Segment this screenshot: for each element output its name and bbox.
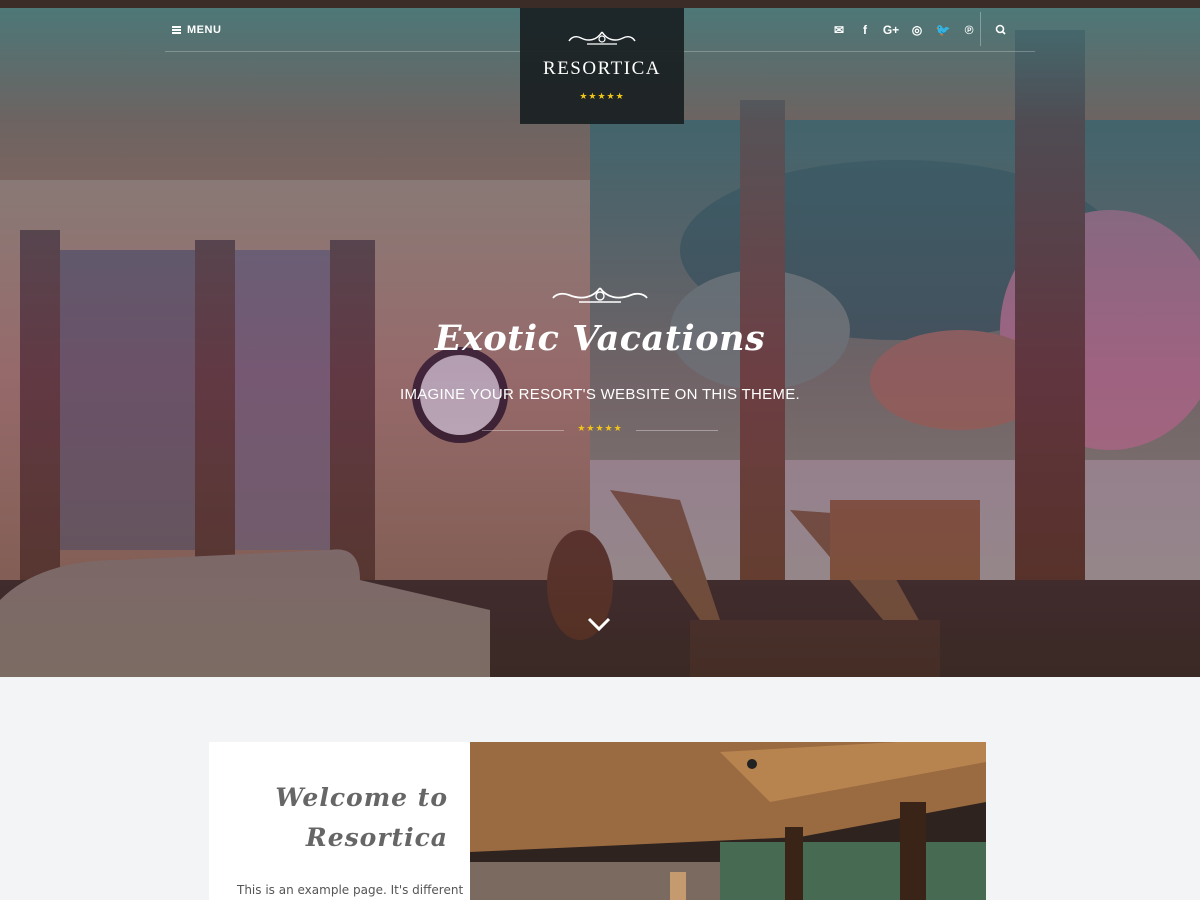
facebook-icon[interactable]: f — [852, 21, 878, 39]
welcome-title-line1: Welcome to — [275, 783, 448, 812]
google-plus-icon[interactable]: G+ — [878, 21, 904, 39]
hero-flourish-icon — [552, 287, 648, 303]
social-links: ✉ f G+ ◎ 🐦 ℗ — [826, 21, 982, 39]
hero-title: Exotic Vacations — [434, 318, 766, 359]
menu-label: MENU — [187, 24, 222, 36]
hero-rating: ★★★★★ — [482, 424, 718, 438]
welcome-title: Welcome to Resortica — [218, 778, 448, 858]
logo-name: RESORTICA — [543, 58, 661, 79]
rating-rule-right — [636, 430, 718, 431]
top-border — [0, 0, 1200, 8]
logo-stars: ★★★★★ — [579, 92, 625, 102]
instagram-icon[interactable]: ◎ — [904, 21, 930, 39]
welcome-card: Welcome to Resortica This is an example … — [209, 742, 470, 900]
site-logo[interactable]: RESORTICA ★★★★★ — [520, 8, 684, 124]
social-divider — [980, 12, 981, 46]
welcome-title-line2: Resortica — [305, 823, 448, 852]
hamburger-icon — [172, 26, 181, 34]
chevron-down-icon[interactable] — [586, 614, 612, 634]
menu-button[interactable]: MENU — [172, 22, 221, 38]
hero-section: MENU RESORTICA ★★★★★ ✉ f G+ ◎ 🐦 ℗ Exotic… — [0, 0, 1200, 677]
envelope-icon[interactable]: ✉ — [826, 21, 852, 39]
welcome-text: This is an example page. It's different — [237, 883, 464, 897]
welcome-image — [470, 742, 986, 900]
search-icon[interactable] — [992, 21, 1010, 39]
hero-stars: ★★★★★ — [577, 424, 623, 434]
rating-rule-left — [482, 430, 564, 431]
logo-flourish-icon — [568, 31, 636, 45]
welcome-image-graphic — [470, 742, 986, 900]
hero-subtitle: IMAGINE YOUR RESORT'S WEBSITE ON THIS TH… — [399, 386, 800, 403]
pinterest-icon[interactable]: ℗ — [956, 21, 982, 39]
twitter-icon[interactable]: 🐦 — [930, 21, 956, 39]
